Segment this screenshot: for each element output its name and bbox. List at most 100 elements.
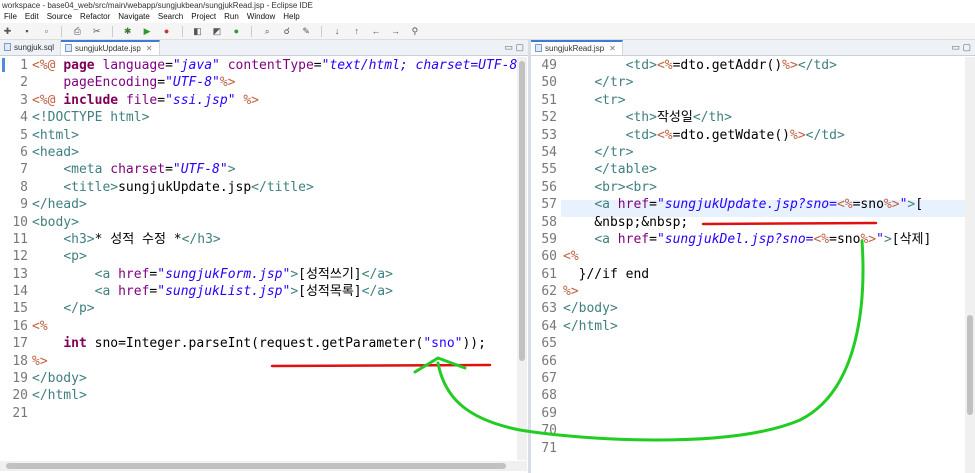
open-type-icon[interactable]: ⌕ <box>262 26 273 37</box>
tab-sungjuk-sql[interactable]: sungjuk.sql <box>0 40 62 55</box>
code-line: </html> <box>563 318 931 335</box>
menu-run[interactable]: Run <box>220 11 243 23</box>
line-number: 13 <box>12 266 28 282</box>
new-icon[interactable]: ✚ <box>2 26 13 37</box>
line-number: 6 <box>20 144 28 160</box>
code-token: <% <box>32 318 48 334</box>
code-token: href <box>617 231 650 247</box>
code-line: pageEncoding="UTF-8"%> <box>32 74 517 91</box>
left-vertical-scrollbar[interactable] <box>517 57 527 460</box>
line-number: 15 <box>12 301 28 317</box>
minimize-maximize-icon[interactable]: ▭ ▢ <box>951 40 971 55</box>
code-token: [ <box>915 197 924 213</box>
minimize-maximize-icon[interactable]: ▭ ▢ <box>504 40 524 55</box>
menu-search[interactable]: Search <box>154 11 187 23</box>
left-scroll-thumb[interactable] <box>519 61 525 361</box>
code-line: <a href="sungjukForm.jsp">[성적쓰기]</a> <box>32 266 517 283</box>
code-line: <td><%=dto.getAddr()%></td> <box>563 57 931 74</box>
debug-icon[interactable]: ✱ <box>122 26 133 37</box>
menu-window[interactable]: Window <box>243 11 279 23</box>
code-token: "UTF-8" <box>172 162 228 178</box>
right-code-editor[interactable]: 49 50 51 52 53 54 55 56 57 58 59 60 61 62 63 64 65 66 67 68… <box>531 57 965 473</box>
run-icon[interactable]: ▶ <box>142 26 153 37</box>
code-token: </tr> <box>594 144 634 160</box>
close-icon[interactable]: ✕ <box>609 44 616 53</box>
prev-annotation-icon[interactable]: ↑ <box>351 26 362 37</box>
menu-edit[interactable]: Edit <box>21 11 43 23</box>
code-token: file <box>125 92 158 108</box>
line-number: 7 <box>20 162 28 178</box>
line-number: 54 <box>541 144 557 160</box>
file-icon <box>65 44 73 52</box>
close-icon[interactable]: ✕ <box>146 44 153 53</box>
menu-file[interactable]: File <box>0 11 21 23</box>
line-number: 62 <box>541 284 557 300</box>
code-token: <a <box>94 284 119 300</box>
code-line: <br><br> <box>563 179 931 196</box>
save-icon[interactable]: ▪ <box>21 26 32 37</box>
line-number: 11 <box>12 231 28 247</box>
code-token: <%@ <box>32 58 64 73</box>
menu-project[interactable]: Project <box>187 11 220 23</box>
right-source-code[interactable]: <td><%=dto.getAddr()%></td> </tr> <tr> <… <box>563 57 931 457</box>
left-horizontal-scrollbar[interactable] <box>0 461 527 471</box>
left-code-editor[interactable]: 1 2 3 4 5 6 7 8 9 10 11 12 13 14 15 16 17 18 19 20 21 <%@ pa… <box>0 57 517 462</box>
tab-sungjuk-read-jsp[interactable]: sungjukRead.jsp ✕ <box>531 40 623 55</box>
print-icon[interactable]: ⎙ <box>72 26 83 37</box>
line-number: 66 <box>541 353 557 369</box>
forward-icon[interactable]: → <box>390 26 401 37</box>
code-line: </body> <box>563 300 931 317</box>
line-number: 64 <box>541 318 557 334</box>
right-vertical-scrollbar[interactable] <box>965 57 975 473</box>
pencil-icon[interactable]: ✎ <box>301 26 312 37</box>
search-icon[interactable]: ☌ <box>281 26 292 37</box>
code-token: <title> <box>63 179 119 195</box>
code-token: [성적목록] <box>298 284 362 300</box>
code-token: }//if end <box>563 266 650 282</box>
code-token: = <box>157 92 166 108</box>
tab-sungjuk-update-jsp[interactable]: sungjukUpdate.jsp ✕ <box>61 40 160 55</box>
code-line: <head> <box>32 144 517 161</box>
code-line: </p> <box>32 300 517 317</box>
menu-navigate[interactable]: Navigate <box>114 11 154 23</box>
main-toolbar: ✚ ▪ ▫ ⎙ ✂ ✱ ▶ ● ◧ ◩ ● ⌕ ☌ ✎ ↓ ↑ ← → ⚲ <box>0 23 975 40</box>
code-token: <a <box>594 231 618 247</box>
code-line: </html> <box>32 387 517 404</box>
code-token: "sno" <box>423 336 463 352</box>
next-annotation-icon[interactable]: ↓ <box>332 26 343 37</box>
new-package-icon[interactable]: ◩ <box>211 26 222 37</box>
right-line-numbers: 49 50 51 52 53 54 55 56 57 58 59 60 61 62 63 64 65 66 67 68… <box>535 57 557 457</box>
pin-icon[interactable]: ⚲ <box>409 26 420 37</box>
menu-help[interactable]: Help <box>279 11 303 23</box>
code-token: int <box>63 336 87 352</box>
code-token: <th> <box>625 110 657 126</box>
code-token: sungjukUpdate.jsp <box>118 179 252 195</box>
code-line: }//if end <box>563 266 931 283</box>
menu-refactor[interactable]: Refactor <box>76 11 114 23</box>
code-token: include <box>63 92 126 108</box>
code-token: <% <box>656 58 673 73</box>
line-number: 61 <box>541 266 557 282</box>
tab-label: sungjuk.sql <box>14 43 55 52</box>
code-line: <h3>* 성적 수정 *</h3> <box>32 231 517 248</box>
code-line: <th>작성일</th> <box>563 109 931 126</box>
left-source-code[interactable]: <%@ page language="java" contentType="te… <box>32 57 517 422</box>
new-java-project-icon[interactable]: ◧ <box>192 26 203 37</box>
line-number: 21 <box>12 405 28 421</box>
run-external-icon[interactable]: ● <box>161 26 172 37</box>
code-line: <p> <box>32 248 517 265</box>
right-scroll-thumb[interactable] <box>967 315 973 415</box>
menu-source[interactable]: Source <box>43 11 76 23</box>
new-class-icon[interactable]: ● <box>231 26 242 37</box>
code-token: > <box>290 284 299 300</box>
right-editor-tabstrip: sungjukRead.jsp ✕ ▭ ▢ <box>531 40 975 56</box>
cut-icon[interactable]: ✂ <box>91 26 102 37</box>
left-hscroll-thumb[interactable] <box>6 463 506 469</box>
back-icon[interactable]: ← <box>371 26 382 37</box>
save-all-icon[interactable]: ▫ <box>41 26 52 37</box>
